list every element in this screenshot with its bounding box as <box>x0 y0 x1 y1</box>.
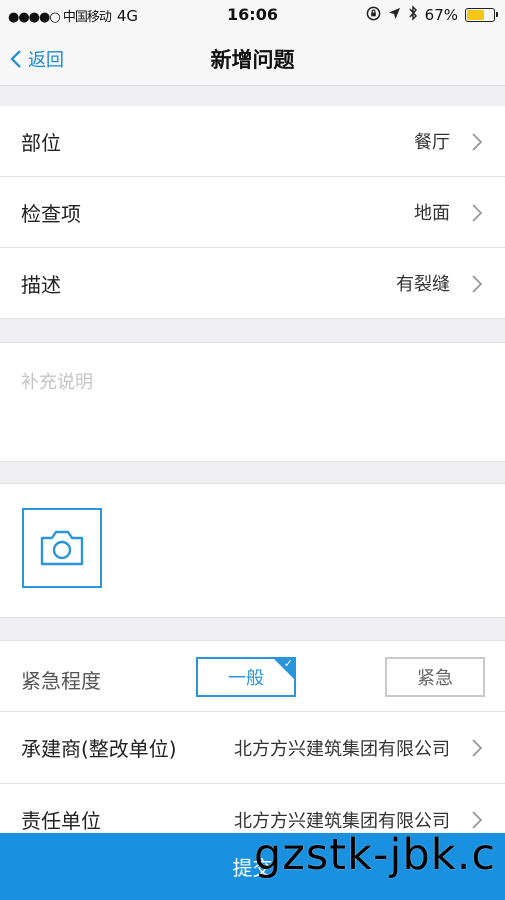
page-title: 新增问题 <box>210 48 295 72</box>
form-row-contractor[interactable]: 承建商(整改单位) 北方方兴建筑集团有限公司 <box>0 712 505 784</box>
watermark: gzstk-jbk.c <box>254 830 496 880</box>
row-label: 描述 <box>21 272 61 297</box>
row-label: 部位 <box>21 130 61 155</box>
form-row-location[interactable]: 部位 餐厅 <box>0 106 505 177</box>
check-icon: ✓ <box>283 657 293 670</box>
row-label: 承建商(整改单位) <box>21 737 177 761</box>
row-value: 北方方兴建筑集团有限公司 <box>234 738 450 760</box>
row-value: 有裂缝 <box>396 274 450 295</box>
chevron-right-icon <box>472 204 483 222</box>
add-photo-button[interactable] <box>22 508 102 588</box>
status-right: 67% <box>366 5 498 25</box>
form-row-description[interactable]: 描述 有裂缝 <box>0 248 505 319</box>
photo-section <box>0 483 505 618</box>
row-value: 地面 <box>414 203 450 224</box>
notes-field[interactable]: 补充说明 <box>0 342 505 462</box>
chevron-right-icon <box>472 133 483 151</box>
row-label: 责任单位 <box>21 809 101 833</box>
location-arrow-icon <box>388 6 401 24</box>
lock-rotation-icon <box>366 6 381 25</box>
urgency-label: 紧急程度 <box>21 669 101 693</box>
chevron-right-icon <box>472 275 483 293</box>
row-label: 检查项 <box>21 201 81 226</box>
notes-placeholder: 补充说明 <box>21 372 93 393</box>
battery-icon <box>465 8 498 22</box>
camera-icon <box>40 530 84 566</box>
row-value: 餐厅 <box>414 132 450 153</box>
urgency-option-urgent[interactable]: 紧急 <box>385 657 485 697</box>
battery-percent: 67% <box>424 6 458 24</box>
option-label: 一般 <box>228 668 264 689</box>
battery-fill <box>467 10 485 20</box>
navigation-bar: 返回 新增问题 <box>0 30 505 86</box>
form-row-check-item[interactable]: 检查项 地面 <box>0 177 505 248</box>
row-value: 北方方兴建筑集团有限公司 <box>234 810 450 832</box>
bluetooth-icon <box>408 5 418 25</box>
option-label: 紧急 <box>417 668 453 689</box>
urgency-option-normal[interactable]: 一般 ✓ <box>196 657 296 697</box>
chevron-right-icon <box>472 811 483 829</box>
chevron-right-icon <box>472 739 483 757</box>
status-bar: ●●●●○ 中国移动 4G 16:06 67% <box>0 0 505 30</box>
urgency-row: 紧急程度 一般 ✓ 紧急 <box>0 640 505 712</box>
